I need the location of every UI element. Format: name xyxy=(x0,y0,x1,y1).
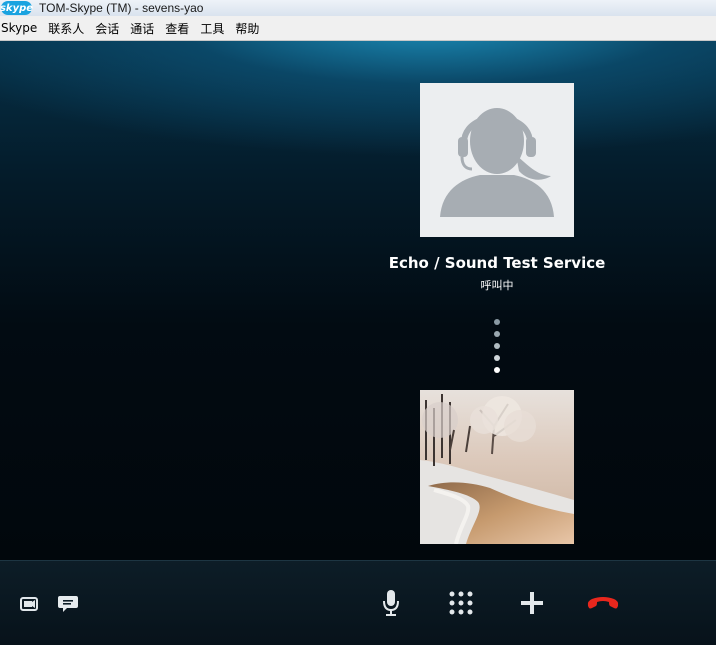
chat-button[interactable] xyxy=(57,595,79,613)
add-to-call-button[interactable] xyxy=(520,591,544,615)
contact-name: Echo / Sound Test Service xyxy=(388,254,606,272)
window-title: TOM-Skype (TM) - sevens-yao xyxy=(39,1,204,15)
call-control-bar xyxy=(0,560,716,645)
self-video-preview xyxy=(420,390,574,544)
menu-contacts[interactable]: 联系人 xyxy=(43,20,89,37)
menu-call[interactable]: 通话 xyxy=(125,20,159,37)
chat-bubble-icon xyxy=(58,596,78,612)
progress-dot xyxy=(494,319,500,325)
title-bar: skype TOM-Skype (TM) - sevens-yao xyxy=(0,0,716,16)
microphone-button[interactable] xyxy=(382,589,400,617)
contact-avatar xyxy=(420,83,574,237)
progress-dot xyxy=(494,343,500,349)
progress-dot xyxy=(494,367,500,373)
winter-landscape-image xyxy=(420,390,574,544)
progress-dot xyxy=(494,331,500,337)
video-toggle-button[interactable] xyxy=(20,597,38,611)
dialpad-icon xyxy=(449,591,473,615)
menu-help[interactable]: 帮助 xyxy=(230,20,264,37)
hang-up-button[interactable] xyxy=(586,595,620,611)
call-area: Echo / Sound Test Service 呼叫中 xyxy=(0,41,716,560)
connecting-indicator xyxy=(494,319,500,379)
plus-icon xyxy=(521,592,543,614)
skype-window: skype TOM-Skype (TM) - sevens-yao Skype … xyxy=(0,0,716,645)
menu-view[interactable]: 查看 xyxy=(160,20,194,37)
menu-bar: Skype 联系人 会话 通话 查看 工具 帮助 xyxy=(0,16,716,41)
call-status: 呼叫中 xyxy=(480,279,514,292)
microphone-icon xyxy=(383,590,399,616)
menu-tools[interactable]: 工具 xyxy=(195,20,229,37)
menu-skype[interactable]: Skype xyxy=(0,21,42,35)
hang-up-icon xyxy=(587,597,619,609)
video-toggle-icon xyxy=(20,597,38,611)
dialpad-button[interactable] xyxy=(449,591,473,615)
progress-dot xyxy=(494,355,500,361)
skype-logo: skype xyxy=(0,1,34,15)
headset-person-icon xyxy=(420,83,574,237)
menu-conversations[interactable]: 会话 xyxy=(90,20,124,37)
